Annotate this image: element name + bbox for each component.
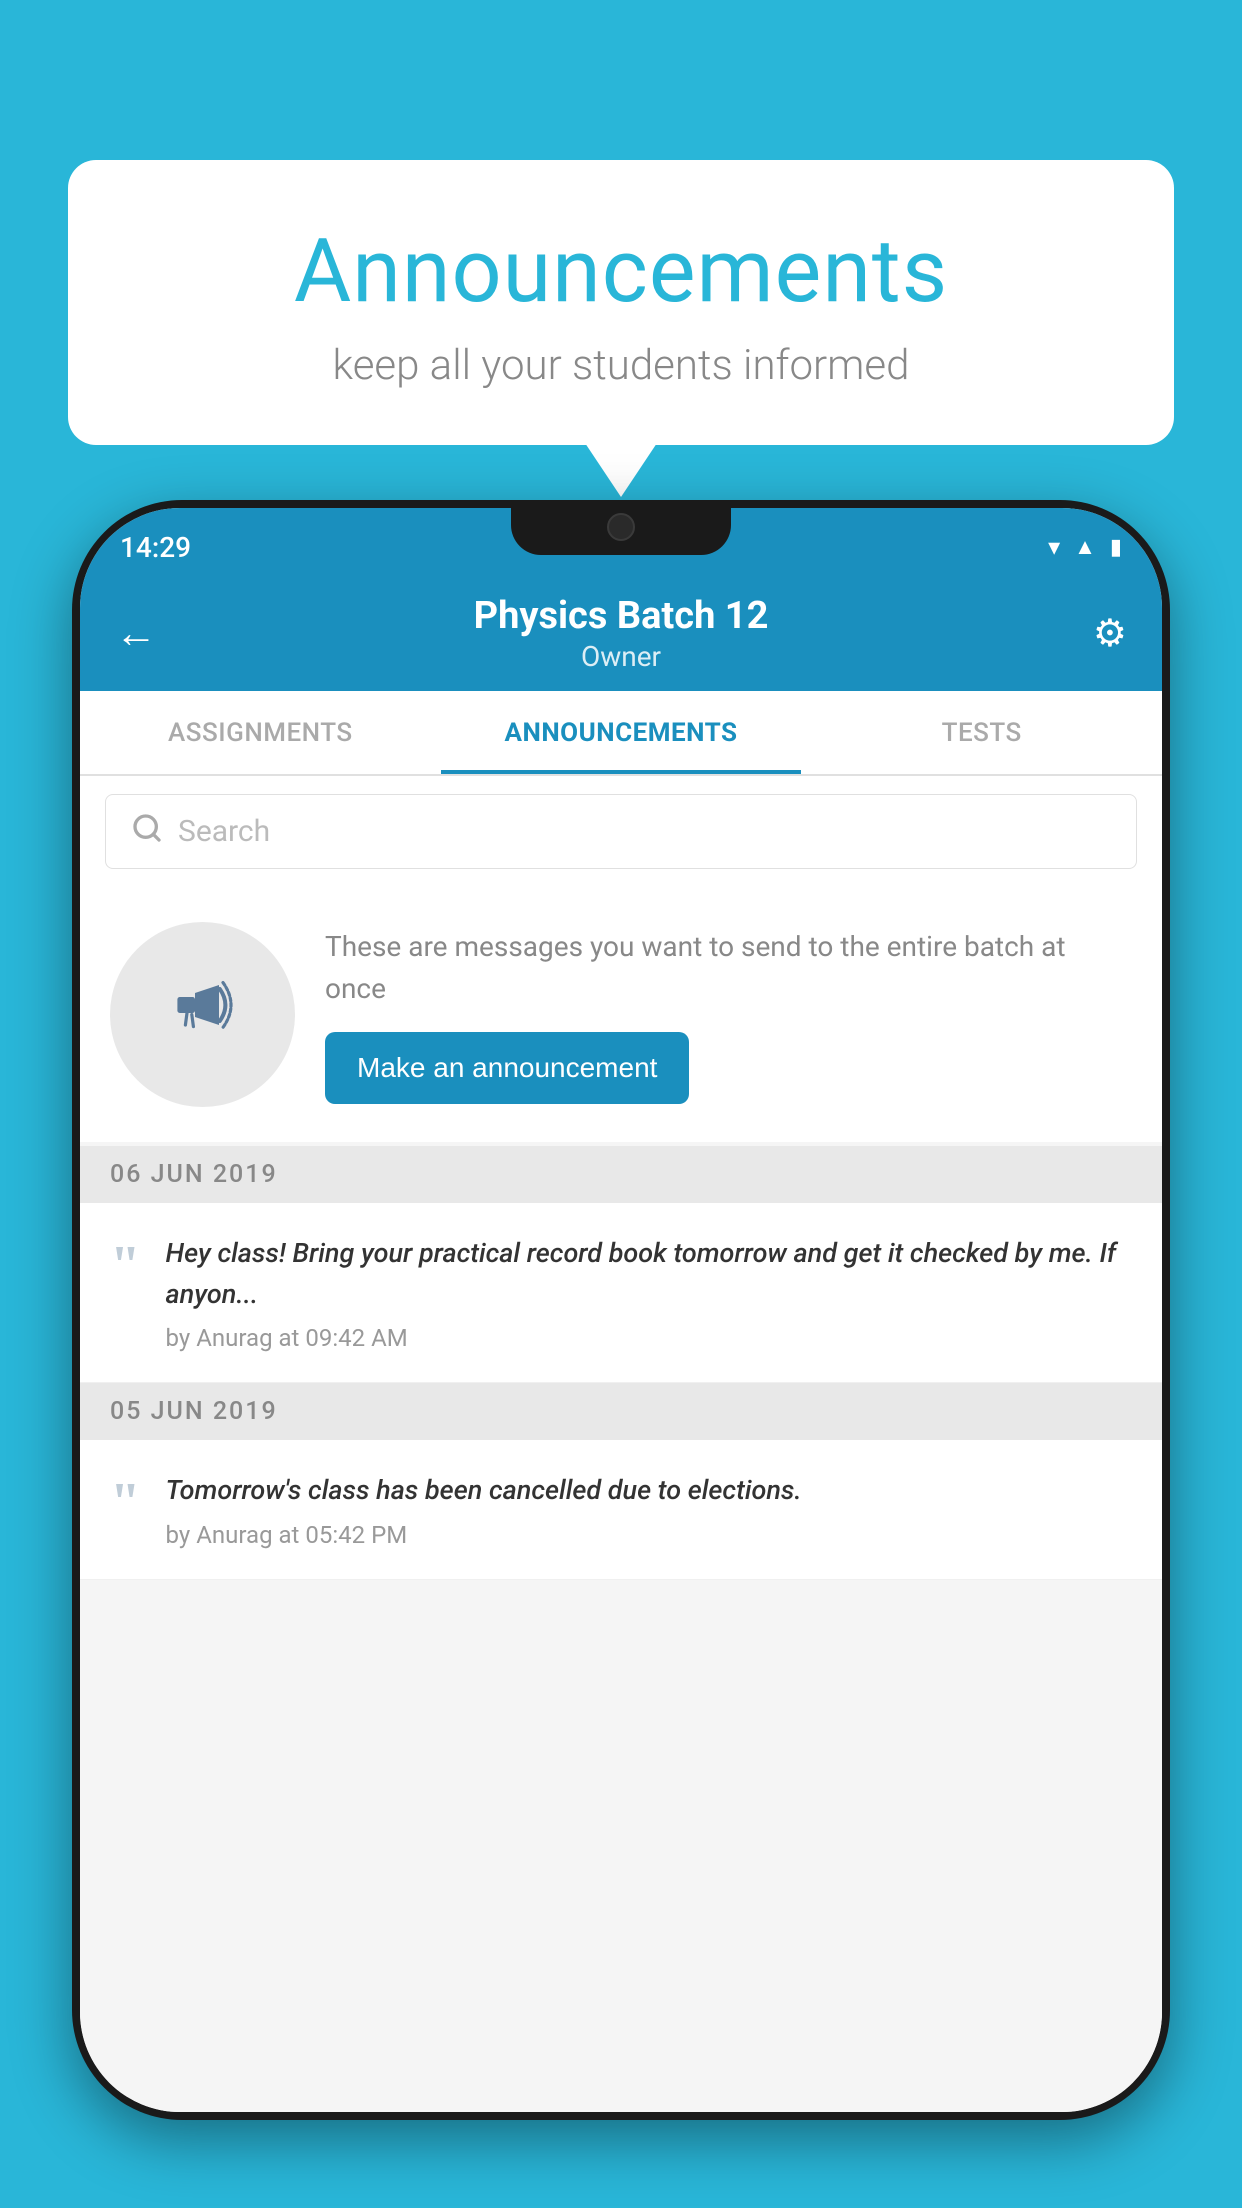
quote-icon-1: " (110, 1237, 141, 1292)
tab-announcements[interactable]: ANNOUNCEMENTS (441, 691, 802, 774)
prompt-description: These are messages you want to send to t… (325, 926, 1132, 1010)
bubble-subtitle: keep all your students informed (118, 341, 1124, 390)
announcement-content-1: Hey class! Bring your practical record b… (166, 1233, 1132, 1352)
announcement-prompt: These are messages you want to send to t… (80, 887, 1162, 1142)
settings-icon[interactable]: ⚙ (1067, 611, 1127, 656)
search-icon (131, 812, 163, 852)
tab-assignments[interactable]: ASSIGNMENTS (80, 691, 441, 774)
announcement-text-1: Hey class! Bring your practical record b… (166, 1233, 1132, 1314)
announcement-item-1[interactable]: " Hey class! Bring your practical record… (80, 1203, 1162, 1383)
signal-icon: ▲ (1074, 534, 1096, 560)
speech-bubble-section: Announcements keep all your students inf… (68, 160, 1174, 445)
tab-bar: ASSIGNMENTS ANNOUNCEMENTS TESTS (80, 691, 1162, 776)
phone-screen: 14:29 ▾ ▲ ▮ ← Physics Batch 12 Owner ⚙ (80, 508, 1162, 2112)
announcement-meta-1: by Anurag at 09:42 AM (166, 1324, 1132, 1352)
search-placeholder: Search (178, 814, 270, 849)
date-separator-2: 05 JUN 2019 (80, 1383, 1162, 1440)
search-bar[interactable]: Search (105, 794, 1137, 869)
content-area: Search (80, 776, 1162, 2112)
battery-icon: ▮ (1110, 535, 1122, 560)
status-icons: ▾ ▲ ▮ (1048, 533, 1122, 561)
date-separator-1: 06 JUN 2019 (80, 1146, 1162, 1203)
speech-bubble: Announcements keep all your students inf… (68, 160, 1174, 445)
quote-icon-2: " (110, 1474, 141, 1529)
app-header: ← Physics Batch 12 Owner ⚙ (80, 576, 1162, 691)
announcement-meta-2: by Anurag at 05:42 PM (166, 1521, 1132, 1549)
header-subtitle: Owner (175, 640, 1067, 673)
tab-tests[interactable]: TESTS (801, 691, 1162, 774)
megaphone-circle (110, 922, 295, 1107)
phone-wrapper: 14:29 ▾ ▲ ▮ ← Physics Batch 12 Owner ⚙ (72, 500, 1170, 2208)
header-title: Physics Batch 12 (175, 594, 1067, 638)
wifi-icon: ▾ (1048, 533, 1060, 561)
header-title-area: Physics Batch 12 Owner (175, 594, 1067, 673)
announcement-content-2: Tomorrow's class has been cancelled due … (166, 1470, 1132, 1549)
status-time: 14:29 (120, 531, 191, 564)
bubble-title: Announcements (118, 220, 1124, 323)
prompt-content: These are messages you want to send to t… (325, 926, 1132, 1104)
announcement-item-2[interactable]: " Tomorrow's class has been cancelled du… (80, 1440, 1162, 1580)
phone-notch (511, 500, 731, 555)
announcement-text-2: Tomorrow's class has been cancelled due … (166, 1470, 1132, 1511)
search-container: Search (80, 776, 1162, 887)
phone-frame: 14:29 ▾ ▲ ▮ ← Physics Batch 12 Owner ⚙ (72, 500, 1170, 2120)
back-button[interactable]: ← (115, 609, 175, 658)
make-announcement-button[interactable]: Make an announcement (325, 1032, 689, 1104)
megaphone-icon (163, 965, 243, 1065)
phone-camera (607, 513, 635, 541)
